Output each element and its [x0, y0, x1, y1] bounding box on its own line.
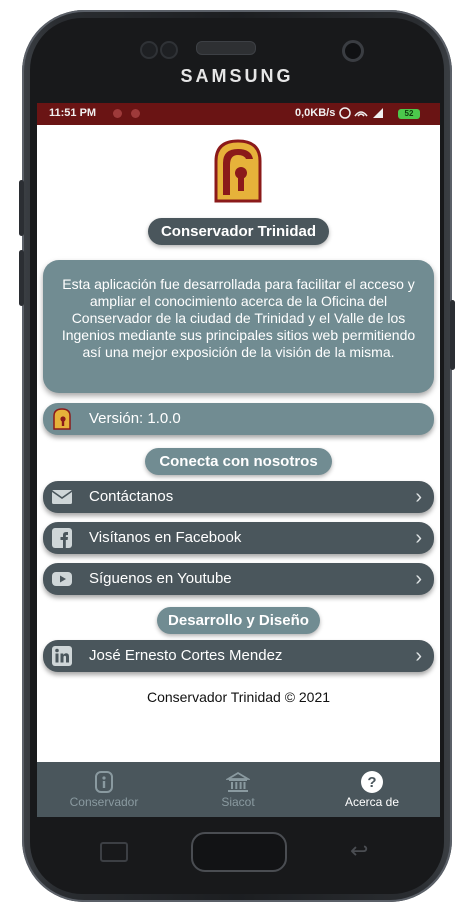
- dev-header: Desarrollo y Diseño: [157, 607, 320, 634]
- logo-small-icon: [53, 408, 71, 430]
- bottom-navigation: Conservador Siacot ? Acerca de: [37, 762, 440, 817]
- status-bar: 11:51 PM 0,0KB/s 52: [37, 103, 440, 125]
- app-title: Conservador Trinidad: [148, 218, 329, 245]
- nav-label: Siacot: [221, 795, 255, 809]
- mail-icon: [51, 490, 73, 504]
- battery-icon: 52: [398, 109, 420, 119]
- svg-text:?: ?: [367, 774, 376, 791]
- chevron-right-icon: ›: [415, 568, 422, 590]
- youtube-icon: [52, 572, 72, 586]
- light-sensor: [160, 41, 178, 59]
- nav-conservador[interactable]: Conservador: [37, 762, 171, 817]
- notification-dot-icon: [113, 109, 122, 118]
- status-icons: [337, 106, 395, 123]
- developer-label: José Ernesto Cortes Mendez: [89, 647, 283, 664]
- chevron-right-icon: ›: [415, 645, 422, 667]
- copyright-footer: Conservador Trinidad © 2021: [146, 689, 331, 705]
- facebook-label: Visítanos en Facebook: [89, 529, 242, 546]
- status-time: 11:51 PM: [49, 107, 97, 119]
- bixby-button: [19, 250, 24, 306]
- home-button[interactable]: [191, 832, 287, 872]
- contact-label: Contáctanos: [89, 488, 174, 505]
- app-description: Esta aplicación fue desarrollada para fa…: [43, 260, 434, 393]
- help-icon: ?: [361, 771, 383, 793]
- building-icon: [226, 771, 250, 792]
- back-button-icon[interactable]: ↩: [350, 838, 368, 864]
- notification-dot-icon: [131, 109, 140, 118]
- app-screen: 11:51 PM 0,0KB/s 52 Conservador Trinidad…: [37, 103, 440, 817]
- chevron-right-icon: ›: [415, 527, 422, 549]
- recent-apps-button[interactable]: [100, 842, 128, 862]
- nav-label: Acerca de: [344, 795, 400, 809]
- front-camera: [342, 40, 364, 62]
- developer-row[interactable]: José Ernesto Cortes Mendez ›: [43, 640, 434, 672]
- logo-icon: [214, 139, 262, 203]
- chevron-right-icon: ›: [415, 486, 422, 508]
- device-brand: SAMSUNG: [180, 66, 294, 86]
- nav-siacot[interactable]: Siacot: [171, 762, 305, 817]
- earpiece-speaker: [196, 41, 256, 55]
- linkedin-icon: [52, 646, 72, 666]
- nav-acerca-de[interactable]: ? Acerca de: [305, 762, 439, 817]
- contact-row[interactable]: Contáctanos ›: [43, 481, 434, 513]
- contact-header: Conecta con nosotros: [145, 448, 332, 475]
- power-button: [450, 300, 455, 370]
- network-speed: 0,0KB/s: [295, 107, 336, 119]
- facebook-icon: [52, 528, 72, 548]
- nav-label: Conservador: [69, 795, 139, 809]
- volume-button: [19, 180, 24, 236]
- info-icon: [95, 771, 113, 793]
- youtube-row[interactable]: Síguenos en Youtube ›: [43, 563, 434, 595]
- proximity-sensor: [140, 41, 158, 59]
- facebook-row[interactable]: Visítanos en Facebook ›: [43, 522, 434, 554]
- youtube-label: Síguenos en Youtube: [89, 570, 232, 587]
- version-label: Versión: 1.0.0: [89, 410, 181, 427]
- version-row: Versión: 1.0.0: [43, 403, 434, 435]
